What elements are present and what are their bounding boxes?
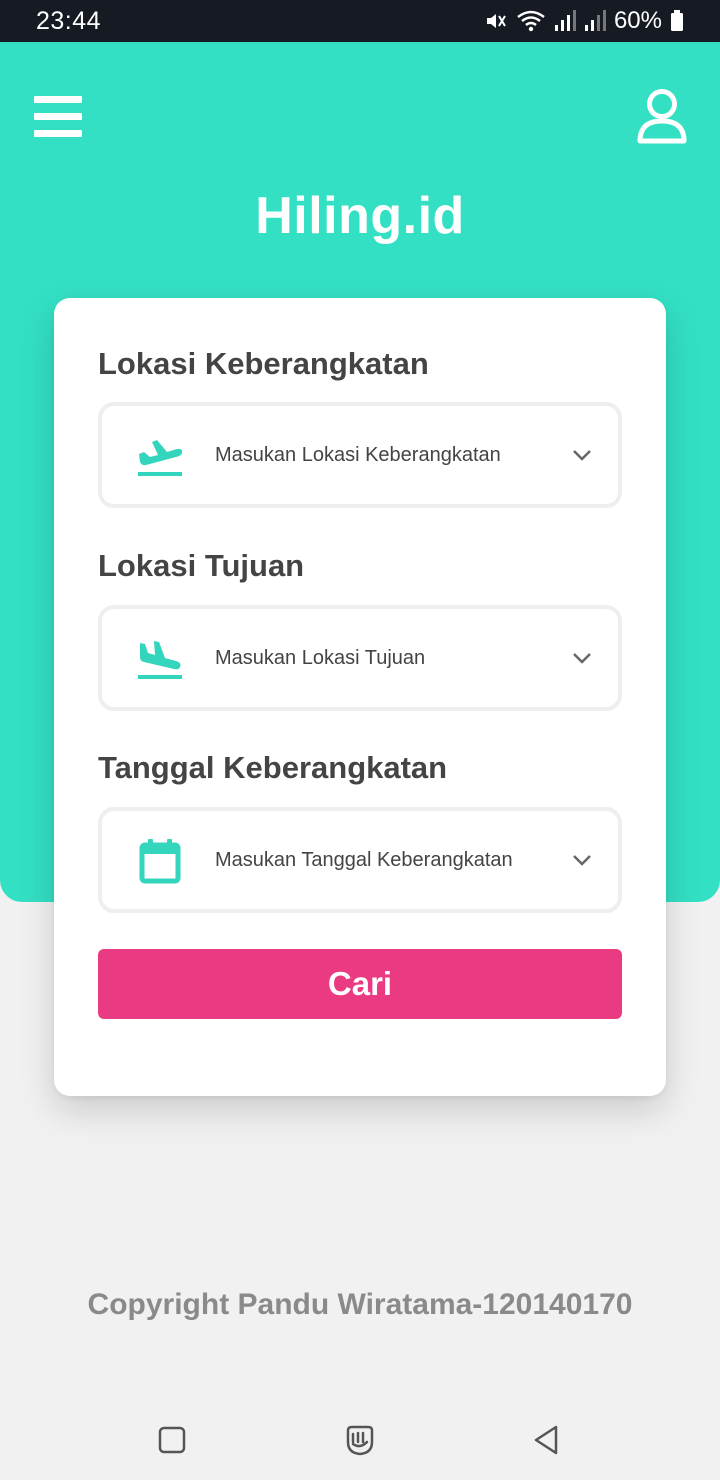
profile-button[interactable]	[636, 88, 688, 146]
calendar-icon	[139, 839, 181, 884]
status-bar: 23:44 60%	[0, 0, 720, 42]
destination-placeholder: Masukan Lokasi Tujuan	[215, 647, 426, 669]
date-field[interactable]: Masukan Tanggal Keberangkatan	[98, 807, 622, 913]
menu-button[interactable]	[34, 96, 82, 138]
date-label: Tanggal Keberangkatan	[98, 750, 448, 785]
copyright-text: Copyright Pandu Wiratama-120140170	[87, 1288, 633, 1321]
back-icon	[534, 1425, 558, 1455]
user-profile-icon	[637, 89, 687, 144]
destination-label: Lokasi Tujuan	[98, 548, 305, 583]
mute-icon	[486, 14, 506, 28]
chevron-down-icon	[573, 855, 591, 866]
signal-icon	[554, 10, 576, 31]
battery-icon	[671, 10, 683, 31]
departure-field[interactable]: Masukan Lokasi Keberangkatan	[98, 402, 622, 508]
home-button[interactable]	[342, 1422, 378, 1458]
destination-field[interactable]: Masukan Lokasi Tujuan	[98, 605, 622, 711]
search-card: Lokasi Keberangkatan Masukan Lokasi Kebe…	[54, 298, 666, 1096]
signal-icon	[584, 10, 606, 31]
chevron-down-icon	[573, 653, 591, 664]
status-icons: 60%	[484, 7, 684, 35]
plane-takeoff-icon	[138, 440, 183, 476]
date-placeholder: Masukan Tanggal Keberangkatan	[215, 849, 513, 871]
plane-landing-icon	[138, 641, 182, 679]
hamburger-menu-icon	[34, 96, 82, 137]
chevron-down-icon	[573, 450, 591, 461]
app-title: Hiling.id	[255, 187, 465, 245]
recent-apps-button[interactable]	[156, 1424, 188, 1456]
departure-label: Lokasi Keberangkatan	[98, 346, 429, 381]
recent-apps-icon	[158, 1426, 186, 1454]
wifi-icon	[517, 10, 545, 32]
departure-placeholder: Masukan Lokasi Keberangkatan	[215, 444, 501, 466]
battery-percent: 60%	[613, 7, 662, 34]
status-time: 23:44	[36, 6, 102, 35]
back-button[interactable]	[530, 1422, 562, 1458]
search-button[interactable]: Cari	[98, 949, 622, 1019]
home-icon	[346, 1425, 374, 1456]
